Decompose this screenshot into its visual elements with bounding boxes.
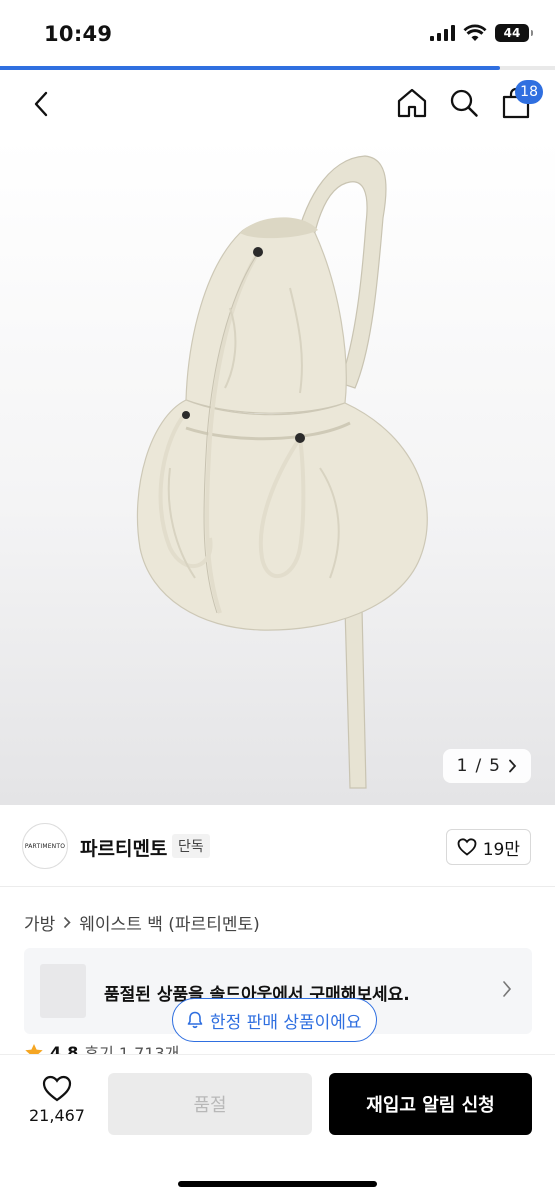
wifi-icon bbox=[463, 24, 487, 41]
heart-icon bbox=[457, 838, 477, 856]
chevron-right-icon bbox=[64, 916, 71, 929]
brand-like-count: 19만 bbox=[482, 839, 520, 860]
battery-indicator: 44 bbox=[495, 24, 533, 42]
bell-icon bbox=[187, 1011, 203, 1029]
brand-logo-text: PARTIMENTO bbox=[24, 842, 66, 850]
search-button[interactable] bbox=[445, 84, 483, 122]
image-counter[interactable]: 1 / 5 bbox=[442, 749, 531, 783]
limited-sale-notice: 한정 판매 상품이에요 bbox=[172, 998, 377, 1042]
home-button[interactable] bbox=[393, 84, 431, 122]
image-counter-separator: / bbox=[475, 756, 482, 776]
chevron-right-icon bbox=[509, 759, 517, 773]
cellular-signal-icon bbox=[430, 25, 455, 41]
image-counter-total: 5 bbox=[489, 756, 500, 776]
soldout-button: 품절 bbox=[108, 1073, 312, 1135]
breadcrumb-subcategory[interactable]: 웨이스트 백 (파르티멘토) bbox=[79, 910, 259, 935]
wishlist-button[interactable]: 21,467 bbox=[22, 1075, 92, 1139]
home-indicator bbox=[178, 1181, 377, 1187]
chevron-left-icon bbox=[34, 91, 48, 117]
search-icon bbox=[450, 89, 478, 117]
breadcrumb-category[interactable]: 가방 bbox=[24, 910, 55, 935]
cart-count-badge: 18 bbox=[515, 80, 543, 104]
limited-sale-text: 한정 판매 상품이에요 bbox=[210, 1012, 362, 1033]
restock-alert-button[interactable]: 재입고 알림 신청 bbox=[329, 1073, 532, 1135]
home-icon bbox=[397, 88, 427, 118]
status-bar: 10:49 44 bbox=[0, 0, 555, 66]
product-image-carousel[interactable]: 1 / 5 bbox=[0, 138, 555, 805]
wishlist-count: 21,467 bbox=[29, 1106, 85, 1125]
soldout-thumbnail bbox=[40, 964, 86, 1018]
product-photo bbox=[136, 155, 428, 789]
chevron-right-icon bbox=[503, 981, 512, 997]
brand-row: PARTIMENTO 파르티멘토 단독 19만 bbox=[0, 805, 555, 887]
bottom-action-bar: 21,467 품절 재입고 알림 신청 bbox=[0, 1054, 555, 1200]
brand-logo[interactable]: PARTIMENTO bbox=[22, 823, 68, 869]
image-counter-current: 1 bbox=[456, 756, 468, 776]
breadcrumb: 가방 웨이스트 백 (파르티멘토) bbox=[24, 910, 260, 935]
back-button[interactable] bbox=[26, 88, 56, 120]
brand-like-button[interactable]: 19만 bbox=[445, 829, 531, 865]
cart-button[interactable]: 18 bbox=[497, 80, 543, 122]
nav-actions: 18 bbox=[393, 80, 543, 122]
heart-icon bbox=[42, 1075, 72, 1102]
top-nav: 18 bbox=[0, 70, 555, 138]
status-time: 10:49 bbox=[44, 22, 113, 46]
exclusive-tag: 단독 bbox=[172, 834, 210, 858]
status-icons: 44 bbox=[430, 24, 533, 42]
brand-name[interactable]: 파르티멘토 bbox=[80, 834, 167, 861]
